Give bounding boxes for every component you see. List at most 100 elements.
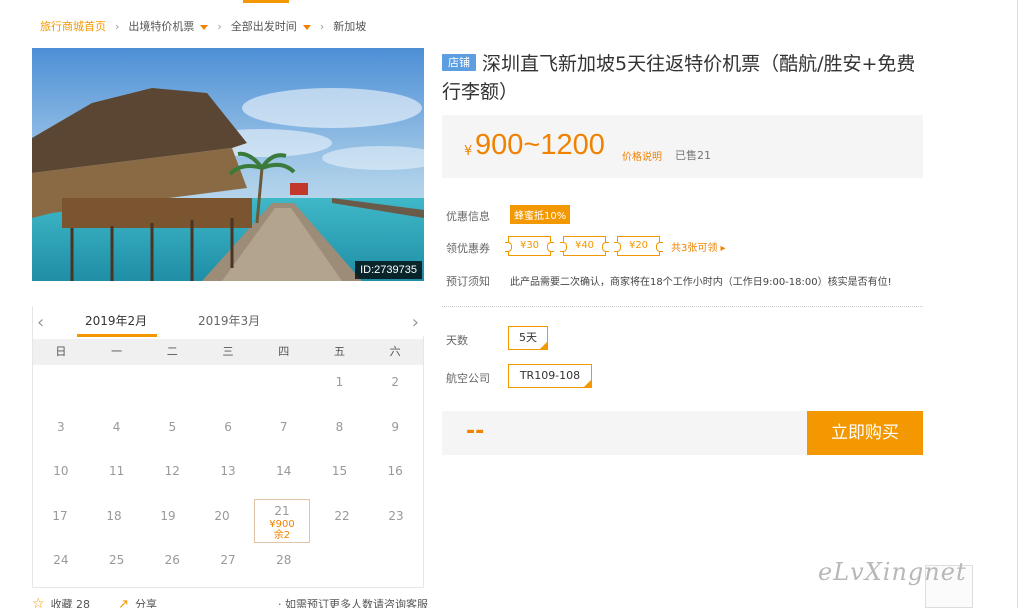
weekday-label: 三 (222, 345, 234, 358)
calendar-day: 10 (53, 464, 69, 478)
weekday-label: 二 (166, 345, 178, 358)
price-explanation-link[interactable]: 价格说明 (622, 148, 662, 163)
airline-option[interactable]: TR109-108 ✓ (508, 364, 592, 388)
coupon-20[interactable]: ¥20 (614, 236, 663, 256)
breadcrumb-current: 新加坡 (333, 20, 367, 33)
breadcrumb-label: 出境特价机票 (128, 20, 195, 33)
departure-calendar: ‹ 2019年2月 2019年3月 › 日 一 二 三 四 五 六 1 2 3 … (32, 306, 425, 588)
weekday-label: 六 (389, 345, 401, 358)
weekday-label: 一 (111, 345, 123, 358)
calendar-day-price: ¥900 (269, 518, 295, 530)
calendar-week: 3 4 5 6 7 8 9 (33, 410, 423, 455)
calendar-week: 10 11 12 13 14 15 16 (33, 454, 423, 499)
calendar-week: 1 2 (33, 365, 423, 410)
calendar-day: 22 (334, 508, 350, 523)
calendar-day: 27 (220, 553, 236, 567)
calendar-week: 17 18 19 20 21 ¥900 余2 22 23 (33, 498, 423, 543)
calendar-day (256, 365, 312, 410)
calendar-day: 26 (164, 553, 180, 567)
product-photo (32, 48, 424, 281)
share-link[interactable]: 分享 (135, 596, 157, 608)
calendar-header: ‹ 2019年2月 2019年3月 › (33, 306, 425, 337)
calendar-day-available[interactable]: 21 ¥900 余2 (254, 498, 310, 543)
divider (442, 306, 923, 307)
breadcrumb: 旅行商城首页 › 出境特价机票 › 全部出发时间 › 新加坡 (40, 14, 366, 38)
airline-label: 航空公司 (446, 372, 490, 385)
chevron-left-icon[interactable]: ‹ (37, 312, 44, 333)
calendar-day-number: 21 (274, 503, 290, 518)
calendar-day: 12 (164, 464, 180, 478)
check-icon: ✓ (585, 374, 591, 381)
calendar-day: 17 (52, 508, 68, 523)
breadcrumb-departure-time[interactable]: 全部出发时间 (231, 18, 311, 34)
coupon-40[interactable]: ¥40 (560, 236, 609, 256)
calendar-day: 7 (279, 419, 288, 434)
currency-symbol: ¥ (464, 144, 473, 159)
coupon-total-link[interactable]: 共3张可领 ▸ (671, 239, 726, 254)
price-range: 900~1200 (475, 129, 605, 161)
calendar-day (144, 365, 200, 410)
discount-label: 优惠信息 (446, 210, 490, 223)
star-icon[interactable]: ☆ (32, 596, 45, 608)
calendar-day: 8 (335, 419, 344, 434)
calendar-day: 13 (220, 464, 236, 478)
days-option-label: 5天 (519, 331, 537, 344)
total-price: -- (466, 419, 485, 444)
share-icon[interactable]: ↗ (118, 597, 129, 608)
calendar-grid: 1 2 3 4 5 6 7 8 9 10 11 12 13 14 15 16 1… (33, 365, 423, 588)
calendar-day: 24 (53, 553, 69, 567)
breadcrumb-label: 全部出发时间 (230, 20, 297, 33)
favorite-share-bar: ☆ 收藏 28 ↗ 分享 · 如需预订更多人数请咨询客服 (32, 596, 428, 608)
weekday-label: 日 (55, 345, 67, 358)
calendar-day: 9 (391, 419, 399, 434)
calendar-day: 18 (106, 508, 122, 523)
calendar-day-remaining: 余2 (273, 529, 291, 541)
calendar-day (89, 365, 145, 410)
product-image[interactable]: ID:2739735 (32, 48, 424, 281)
image-id-label: ID:2739735 (355, 261, 422, 279)
weekday-header: 日 一 二 三 四 五 六 (33, 339, 423, 365)
calendar-day: 15 (331, 464, 348, 478)
booking-notice-label: 预订须知 (446, 275, 490, 288)
booking-notice-text: 此产品需要二次确认，商家将在18个工作小时内（工作日9:00-18:00）核实是… (510, 277, 892, 288)
calendar-day: 1 (335, 375, 344, 389)
product-title: 店铺 深圳直飞新加坡5天往返特价机票（酷航/胜安+免费行李额） (442, 50, 922, 106)
calendar-day (367, 543, 423, 588)
price-panel: ¥ 900~1200 价格说明 已售21 (442, 115, 923, 178)
caret-down-icon (302, 24, 311, 30)
calendar-day: 14 (276, 464, 292, 478)
favorite-count[interactable]: 收藏 28 (51, 596, 91, 608)
days-label: 天数 (446, 334, 468, 347)
consult-service-text: · 如需预订更多人数请咨询客服 (278, 598, 428, 608)
top-accent-line (243, 0, 289, 3)
calendar-day: 5 (168, 419, 177, 434)
calendar-week: 24 25 26 27 28 (33, 543, 423, 588)
tab-month-feb[interactable]: 2019年2月 (85, 312, 147, 329)
buy-now-button[interactable]: 立即购买 (807, 411, 923, 455)
weekday-label: 四 (278, 345, 290, 358)
active-tab-underline (77, 334, 157, 337)
chevron-right-icon: › (319, 19, 325, 33)
caret-down-icon (200, 24, 209, 30)
page-right-border (1017, 0, 1018, 608)
calendar-day: 19 (160, 508, 176, 523)
calendar-day: 16 (387, 464, 403, 478)
tab-month-mar[interactable]: 2019年3月 (198, 312, 260, 329)
breadcrumb-outbound-flights[interactable]: 出境特价机票 (128, 18, 209, 34)
calendar-day: 3 (57, 419, 65, 434)
weekday-label: 五 (333, 345, 345, 358)
chevron-right-icon: › (115, 19, 120, 33)
coupon-label: 领优惠券 (446, 242, 490, 255)
watermark: eLvXingnet (818, 558, 967, 586)
check-icon: ✓ (541, 336, 547, 343)
days-option[interactable]: 5天 ✓ (508, 326, 548, 350)
calendar-day: 28 (276, 553, 292, 567)
calendar-day: 2 (391, 375, 399, 389)
chevron-right-icon[interactable]: › (412, 312, 419, 333)
breadcrumb-home-link[interactable]: 旅行商城首页 (40, 18, 106, 34)
calendar-day (33, 365, 89, 410)
airline-option-label: TR109-108 (519, 369, 581, 382)
shop-badge: 店铺 (442, 54, 476, 71)
coupon-30[interactable]: ¥30 (505, 236, 554, 256)
calendar-day (312, 543, 368, 588)
